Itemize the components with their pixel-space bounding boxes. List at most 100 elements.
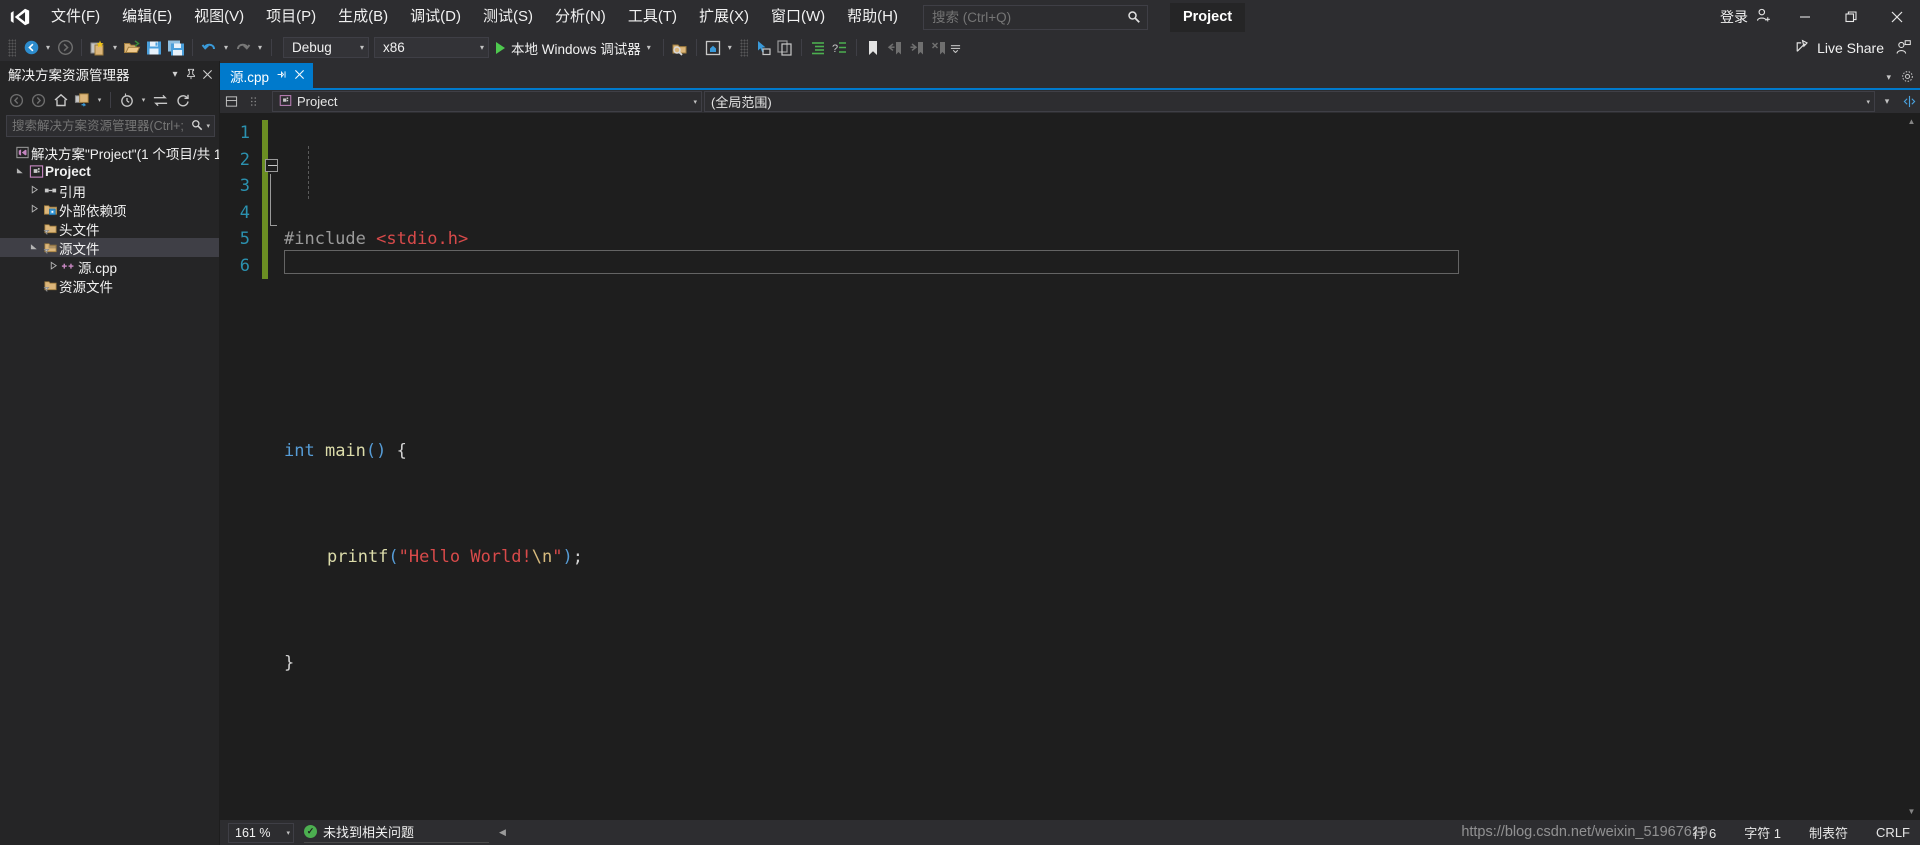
live-share-button[interactable]: Live Share xyxy=(1787,38,1892,57)
sync-with-active-doc-icon[interactable] xyxy=(150,90,171,111)
redo-icon[interactable] xyxy=(232,37,254,59)
collapse-region-icon[interactable] xyxy=(265,159,278,172)
back-icon[interactable] xyxy=(6,90,27,111)
editor-vertical-scrollbar[interactable]: ▲ ▼ xyxy=(1903,113,1920,820)
tab-settings-icon[interactable] xyxy=(1901,70,1914,85)
menu-test[interactable]: 测试(S) xyxy=(472,2,544,32)
refresh-icon[interactable] xyxy=(172,90,193,111)
tree-item-solution[interactable]: 解决方案"Project"(1 个项目/共 1 xyxy=(0,143,219,162)
search-options-dropdown[interactable]: ▾ xyxy=(206,122,210,130)
column-indicator[interactable]: 字符 1 xyxy=(1744,823,1781,842)
configuration-combo[interactable]: Debug ▾ xyxy=(283,37,369,58)
solution-explorer-search-box[interactable]: ▾ xyxy=(6,115,215,137)
tree-item-references[interactable]: 引用 xyxy=(0,181,219,200)
scroll-up-arrow[interactable]: ▲ xyxy=(1903,113,1920,130)
code-text[interactable]: #include <stdio.h> int main() { printf("… xyxy=(284,113,1903,820)
navigate-back-dropdown[interactable]: ▾ xyxy=(42,37,54,59)
close-window-button[interactable] xyxy=(1874,0,1920,34)
split-view-icon[interactable] xyxy=(220,95,242,108)
code-editor[interactable]: 1 2 3 4 5 6 #include <stdio.h> int main(… xyxy=(220,113,1920,820)
redo-dropdown[interactable]: ▾ xyxy=(254,37,266,59)
save-all-icon[interactable] xyxy=(165,37,187,59)
scrollbar-track[interactable] xyxy=(1903,130,1920,803)
twisty-collapsed-icon[interactable] xyxy=(28,185,41,196)
start-debugging-button[interactable]: 本地 Windows 调试器 ▾ xyxy=(489,37,658,59)
navbar-expand-icon[interactable]: ▾ xyxy=(1876,96,1898,107)
menu-build[interactable]: 生成(B) xyxy=(327,2,399,32)
twisty-expanded-icon[interactable] xyxy=(28,242,41,253)
prev-bookmark-icon[interactable] xyxy=(884,37,906,59)
toolbar-overflow-button[interactable] xyxy=(950,37,962,59)
line-ending-indicator[interactable]: CRLF xyxy=(1876,825,1910,840)
home-icon[interactable] xyxy=(702,37,724,59)
pending-changes-dropdown[interactable]: ▾ xyxy=(138,90,149,111)
folding-gutter[interactable] xyxy=(262,113,284,820)
attach-process-icon[interactable] xyxy=(669,37,691,59)
switch-views-dropdown[interactable]: ▾ xyxy=(94,90,105,111)
clear-bookmarks-icon[interactable] xyxy=(928,37,950,59)
home-icon[interactable] xyxy=(50,90,71,111)
search-box[interactable] xyxy=(922,4,1148,30)
twisty-collapsed-icon[interactable] xyxy=(28,204,41,215)
solution-explorer-search-input[interactable] xyxy=(12,119,192,133)
tree-item-project[interactable]: Project xyxy=(0,162,219,181)
twisty-expanded-icon[interactable] xyxy=(14,166,27,177)
pointer-select-icon[interactable] xyxy=(752,37,774,59)
pin-icon[interactable] xyxy=(183,64,199,84)
menu-file[interactable]: 文件(F) xyxy=(40,2,111,32)
menu-window[interactable]: 窗口(W) xyxy=(760,2,836,32)
copy-icon[interactable] xyxy=(774,37,796,59)
tree-item-source-cpp[interactable]: 源.cpp xyxy=(0,257,219,276)
toolbar-grip[interactable] xyxy=(739,38,748,57)
chevron-down-icon[interactable]: ▾ xyxy=(647,43,651,52)
switch-views-icon[interactable] xyxy=(72,90,93,111)
pin-icon[interactable] xyxy=(276,69,287,83)
scroll-down-arrow[interactable]: ▼ xyxy=(1903,803,1920,820)
tab-mode-indicator[interactable]: 制表符 xyxy=(1809,823,1848,842)
code-surface[interactable]: 1 2 3 4 5 6 #include <stdio.h> int main(… xyxy=(220,113,1903,820)
indent-icon[interactable] xyxy=(807,37,829,59)
issues-prev-arrow[interactable]: ◀ xyxy=(499,827,506,838)
navbar-scope-dropdown[interactable]: (全局范围) ▾ xyxy=(704,91,1875,112)
new-project-dropdown[interactable]: ▾ xyxy=(109,37,121,59)
search-icon[interactable] xyxy=(191,119,203,134)
menu-project[interactable]: 项目(P) xyxy=(255,2,327,32)
line-indicator[interactable]: 行 6 xyxy=(1692,823,1716,842)
chevron-down-icon[interactable]: ▾ xyxy=(167,64,183,84)
menu-edit[interactable]: 编辑(E) xyxy=(111,2,183,32)
tree-item-source-files[interactable]: 源文件 xyxy=(0,238,219,257)
home-dropdown[interactable]: ▾ xyxy=(724,37,736,59)
platform-combo[interactable]: x86 ▾ xyxy=(374,37,489,58)
toolbar-grip[interactable] xyxy=(8,38,16,57)
search-icon[interactable] xyxy=(1127,10,1141,24)
document-tab-source-cpp[interactable]: 源.cpp xyxy=(220,63,314,88)
navigate-forward-icon[interactable] xyxy=(54,37,76,59)
feedback-user-icon[interactable] xyxy=(1892,37,1914,59)
issues-status[interactable]: ✓ 未找到相关问题 xyxy=(304,822,489,843)
tab-list-dropdown-icon[interactable]: ▾ xyxy=(1886,72,1891,83)
navbar-grip[interactable] xyxy=(242,95,264,108)
undo-dropdown[interactable]: ▾ xyxy=(220,37,232,59)
help-icon[interactable]: ? xyxy=(829,37,851,59)
twisty-collapsed-icon[interactable] xyxy=(47,261,60,272)
tree-item-resource-files[interactable]: 资源文件 xyxy=(0,276,219,295)
new-project-icon[interactable] xyxy=(87,37,109,59)
save-icon[interactable] xyxy=(143,37,165,59)
menu-help[interactable]: 帮助(H) xyxy=(836,2,909,32)
tree-item-external-dependencies[interactable]: 外部依赖项 xyxy=(0,200,219,219)
restore-button[interactable] xyxy=(1828,0,1874,34)
menu-view[interactable]: 视图(V) xyxy=(183,2,255,32)
close-panel-icon[interactable] xyxy=(199,64,215,84)
menu-extensions[interactable]: 扩展(X) xyxy=(688,2,760,32)
search-input[interactable] xyxy=(931,9,1127,25)
menu-analyze[interactable]: 分析(N) xyxy=(544,2,617,32)
menu-tools[interactable]: 工具(T) xyxy=(617,2,688,32)
navbar-project-dropdown[interactable]: Project ▾ xyxy=(272,91,702,112)
bookmark-icon[interactable] xyxy=(862,37,884,59)
menu-debug[interactable]: 调试(D) xyxy=(399,2,472,32)
zoom-level-combo[interactable]: 161 % ▾ xyxy=(228,822,294,843)
minimize-button[interactable] xyxy=(1782,0,1828,34)
sign-in-button[interactable]: 登录 xyxy=(1710,7,1782,27)
open-file-icon[interactable] xyxy=(121,37,143,59)
undo-icon[interactable] xyxy=(198,37,220,59)
